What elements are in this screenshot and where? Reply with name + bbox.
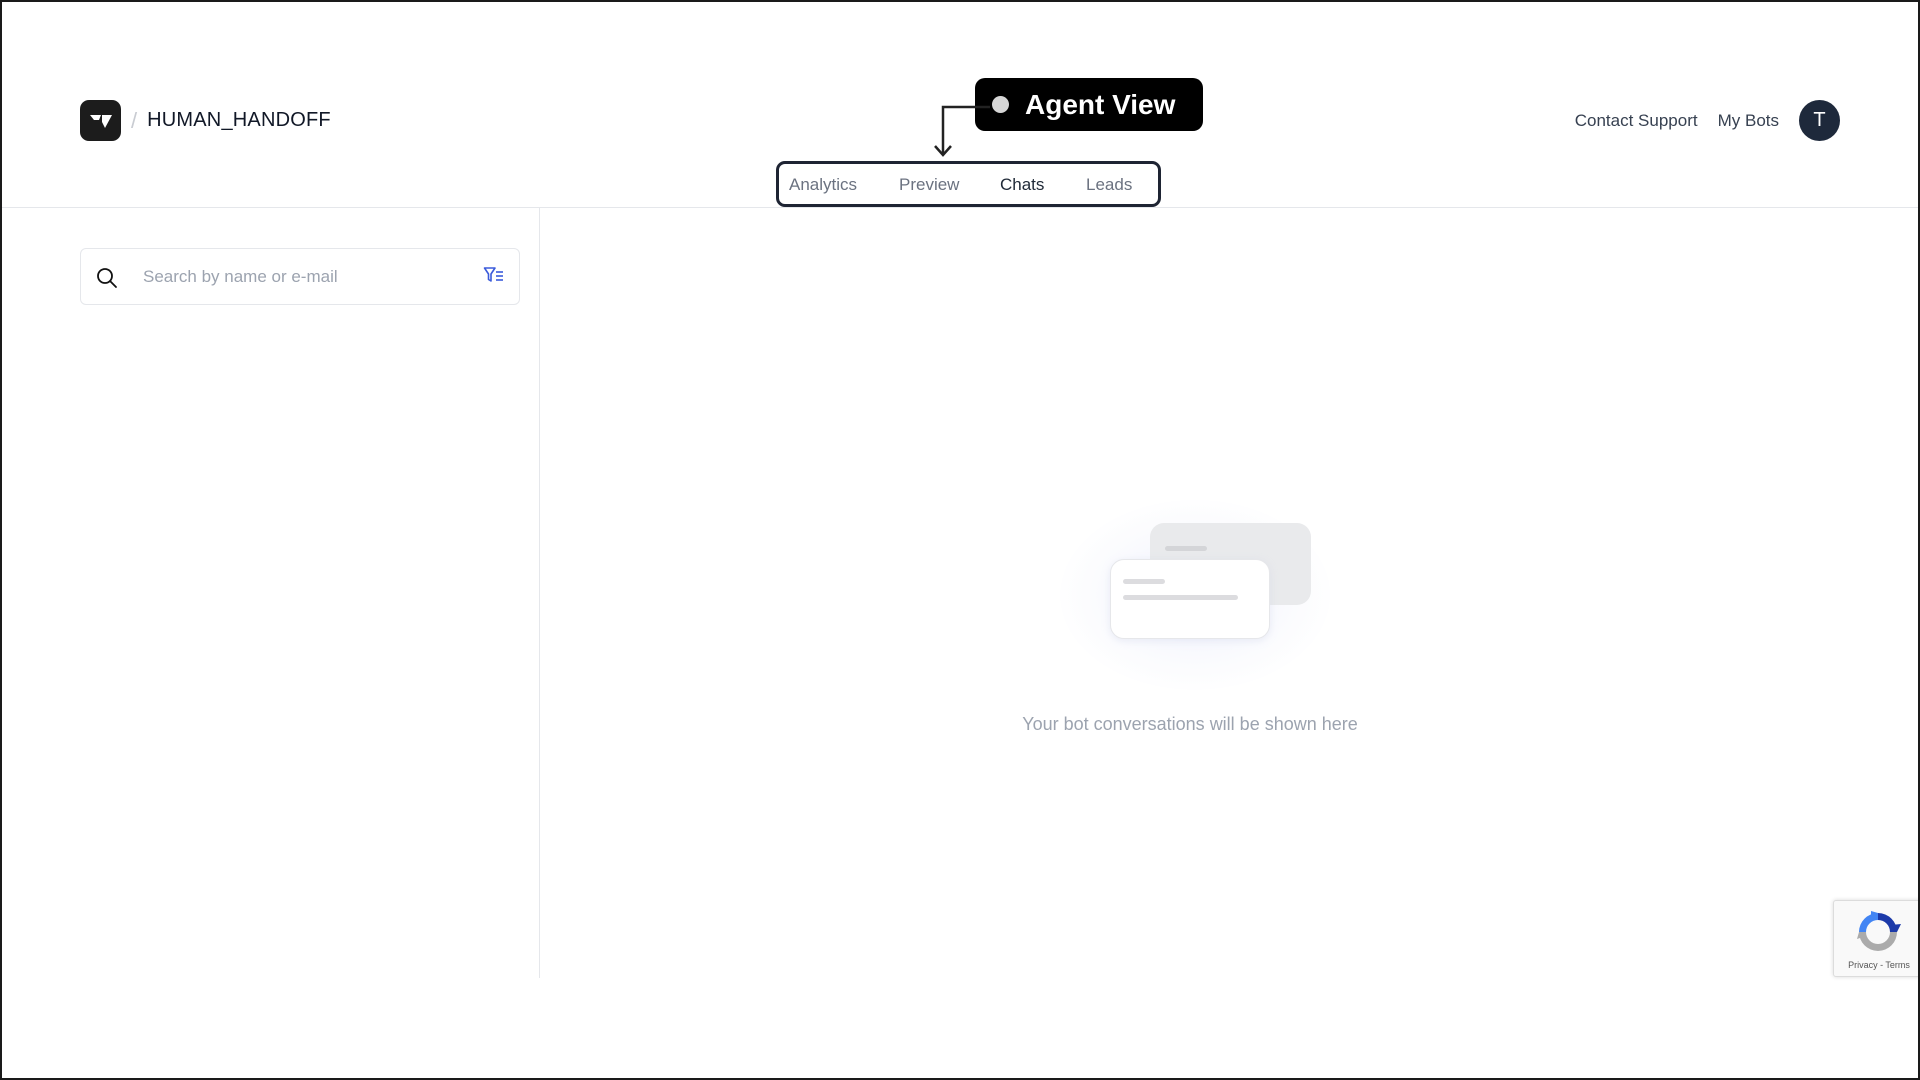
recaptcha-badge[interactable]: Privacy - Terms	[1833, 900, 1920, 977]
search-input[interactable]	[143, 249, 443, 304]
tab-analytics[interactable]: Analytics	[789, 175, 857, 195]
header-nav: Contact Support My Bots T	[1575, 100, 1840, 141]
user-avatar[interactable]: T	[1799, 100, 1840, 141]
breadcrumb-separator: /	[131, 107, 138, 133]
my-bots-link[interactable]: My Bots	[1718, 111, 1779, 131]
main-tabs: Analytics Preview Chats Leads	[776, 161, 1161, 207]
annotation-label: Agent View	[1025, 88, 1176, 120]
empty-state-message: Your bot conversations will be shown her…	[1022, 714, 1358, 734]
card-line	[1123, 579, 1165, 584]
front-chat-card	[1110, 559, 1270, 639]
search-box	[80, 248, 520, 305]
recaptcha-icon	[1857, 911, 1901, 951]
agent-view-annotation: Agent View	[975, 78, 1203, 131]
breadcrumb: / HUMAN_HANDOFF	[80, 100, 331, 141]
chat-list-sidebar	[0, 208, 540, 978]
card-line	[1123, 595, 1238, 600]
contact-support-link[interactable]: Contact Support	[1575, 111, 1698, 131]
chat-cards-illustration	[1040, 490, 1340, 700]
annotation-arrow-icon	[934, 105, 990, 157]
tab-chats[interactable]: Chats	[1000, 175, 1044, 195]
tab-preview[interactable]: Preview	[899, 175, 959, 195]
recaptcha-privacy-terms-link[interactable]: Privacy - Terms	[1834, 960, 1920, 970]
logo-icon	[89, 114, 112, 128]
bot-name: HUMAN_HANDOFF	[147, 109, 331, 131]
search-icon	[97, 268, 117, 288]
tab-leads[interactable]: Leads	[1086, 175, 1132, 195]
top-header: / HUMAN_HANDOFF Agent View Analytics Pre…	[0, 0, 1920, 208]
app-logo[interactable]	[80, 100, 121, 141]
card-line	[1165, 546, 1207, 551]
filter-list-icon[interactable]	[483, 266, 505, 286]
